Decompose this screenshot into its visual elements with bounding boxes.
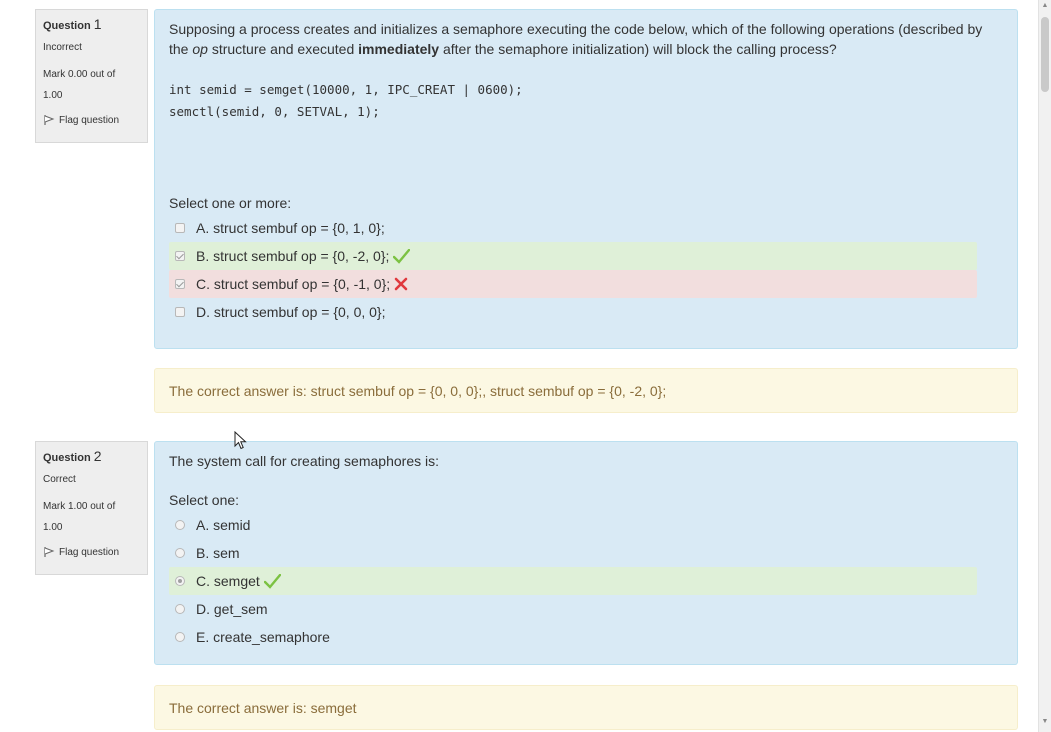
question-text: The system call for creating semaphores … [169, 453, 439, 469]
answer-option-d[interactable]: D. get_sem [169, 595, 977, 623]
question-grade: Mark 0.00 out of 1.00 [43, 69, 116, 101]
question-number: Question 1 [43, 16, 102, 32]
flag-question-link[interactable]: Flag question [43, 114, 147, 126]
code-line: int semid = semget(10000, 1, IPC_CREAT |… [169, 82, 523, 97]
answer-option-d[interactable]: D. struct sembuf op = {0, 0, 0}; [169, 298, 977, 326]
answer-options: A. struct sembuf op = {0, 1, 0}; B. stru… [169, 214, 1003, 326]
option-label: B. sem [196, 545, 240, 561]
scroll-down-icon[interactable]: ▼ [1041, 718, 1049, 725]
checkbox[interactable] [175, 307, 185, 317]
question-info-2: Question 2 Correct Mark 1.00 out of 1.00… [35, 441, 148, 575]
answer-prompt: Select one or more: [169, 195, 292, 211]
radio-button[interactable] [175, 548, 185, 558]
question-formulation-1: Supposing a process creates and initiali… [154, 9, 1018, 349]
radio-button[interactable] [175, 520, 185, 530]
answer-option-c[interactable]: C. struct sembuf op = {0, -1, 0}; [169, 270, 977, 298]
correct-answer-feedback-2: The correct answer is: semget [154, 685, 1018, 730]
answer-option-b[interactable]: B. struct sembuf op = {0, -2, 0}; [169, 242, 977, 270]
answer-option-a[interactable]: A. struct sembuf op = {0, 1, 0}; [169, 214, 977, 242]
code-block: int semid = semget(10000, 1, IPC_CREAT |… [169, 79, 1003, 123]
flag-question-label: Flag question [59, 114, 120, 126]
flag-question-label: Flag question [59, 546, 120, 558]
answer-option-a[interactable]: A. semid [169, 511, 977, 539]
answer-option-c[interactable]: C. semget [169, 567, 977, 595]
scrollbar-thumb[interactable] [1041, 17, 1049, 92]
cross-icon [394, 277, 408, 291]
option-label: C. struct sembuf op = {0, -1, 0}; [196, 276, 391, 292]
option-label: B. struct sembuf op = {0, -2, 0}; [196, 248, 390, 264]
check-icon [263, 573, 281, 589]
question-formulation-2: The system call for creating semaphores … [154, 441, 1018, 665]
option-label: A. struct sembuf op = {0, 1, 0}; [196, 220, 385, 236]
answer-prompt: Select one: [169, 492, 240, 508]
mouse-cursor-icon [234, 431, 247, 450]
checkbox[interactable] [175, 223, 185, 233]
code-line: semctl(semid, 0, SETVAL, 1); [169, 104, 380, 119]
correct-answer-feedback-1: The correct answer is: struct sembuf op … [154, 368, 1018, 413]
radio-button[interactable] [175, 604, 185, 614]
flag-question-link[interactable]: Flag question [43, 546, 147, 558]
option-label: A. semid [196, 517, 251, 533]
question-state: Incorrect [43, 42, 82, 53]
answer-options: A. semid B. sem C. semget D. get_sem E. … [169, 511, 1003, 651]
question-info-1: Question 1 Incorrect Mark 0.00 out of 1.… [35, 9, 148, 143]
check-icon [393, 248, 411, 264]
flag-icon [44, 115, 55, 125]
checkbox[interactable] [175, 279, 185, 289]
question-number: Question 2 [43, 448, 102, 464]
option-label: C. semget [196, 573, 260, 589]
option-label: D. get_sem [196, 601, 268, 617]
vertical-scrollbar[interactable]: ▲ ▼ [1038, 0, 1051, 732]
question-grade: Mark 1.00 out of 1.00 [43, 501, 116, 533]
answer-option-b[interactable]: B. sem [169, 539, 977, 567]
option-label: D. struct sembuf op = {0, 0, 0}; [196, 304, 386, 320]
radio-button[interactable] [175, 576, 185, 586]
radio-button[interactable] [175, 632, 185, 642]
scroll-up-icon[interactable]: ▲ [1041, 2, 1049, 9]
option-label: E. create_semaphore [196, 629, 330, 645]
question-state: Correct [43, 474, 76, 485]
answer-option-e[interactable]: E. create_semaphore [169, 623, 977, 651]
flag-icon [44, 547, 55, 557]
question-text: Supposing a process creates and initiali… [169, 21, 983, 57]
checkbox[interactable] [175, 251, 185, 261]
